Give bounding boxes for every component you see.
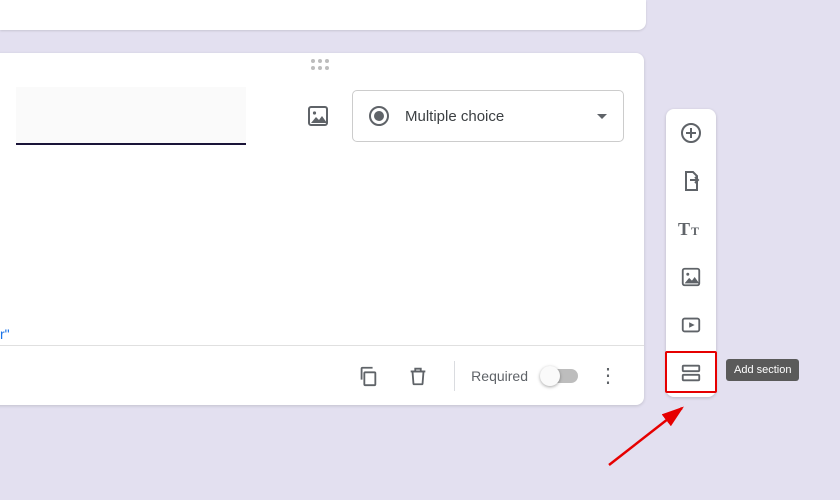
toggle-knob bbox=[540, 366, 560, 386]
question-title-input[interactable] bbox=[16, 87, 246, 145]
chevron-down-icon bbox=[597, 114, 607, 119]
add-video-button[interactable] bbox=[671, 311, 711, 339]
image-icon bbox=[306, 104, 330, 128]
add-option-link-partial[interactable]: r" bbox=[0, 326, 10, 342]
delete-button[interactable] bbox=[398, 356, 438, 396]
title-icon: T T bbox=[678, 219, 704, 239]
question-type-dropdown[interactable]: Multiple choice bbox=[352, 90, 624, 142]
question-card: Multiple choice r" Required ⋮ bbox=[0, 53, 644, 405]
annotation-arrow bbox=[604, 400, 714, 470]
import-icon bbox=[679, 169, 703, 193]
drag-dots-icon bbox=[311, 59, 329, 70]
svg-text:T: T bbox=[691, 224, 699, 238]
more-options-button[interactable]: ⋮ bbox=[588, 356, 628, 396]
previous-card-bottom bbox=[0, 0, 646, 30]
duplicate-button[interactable] bbox=[348, 356, 388, 396]
video-icon bbox=[680, 314, 702, 336]
add-title-button[interactable]: T T bbox=[671, 215, 711, 243]
question-footer: Required ⋮ bbox=[0, 345, 644, 405]
tooltip: Add section bbox=[726, 359, 799, 381]
required-label: Required bbox=[471, 368, 528, 384]
plus-circle-icon bbox=[679, 121, 703, 145]
required-toggle[interactable] bbox=[542, 369, 578, 383]
image-icon bbox=[680, 266, 702, 288]
import-questions-button[interactable] bbox=[671, 167, 711, 195]
question-type-label: Multiple choice bbox=[405, 108, 581, 125]
drag-handle[interactable] bbox=[0, 53, 644, 75]
svg-text:T: T bbox=[678, 219, 690, 239]
question-add-image-button[interactable] bbox=[298, 96, 338, 136]
add-image-button[interactable] bbox=[671, 263, 711, 291]
more-vertical-icon: ⋮ bbox=[598, 366, 618, 386]
add-question-button[interactable] bbox=[671, 119, 711, 147]
section-icon bbox=[680, 362, 702, 384]
floating-toolbar: T T bbox=[666, 109, 716, 397]
radio-icon bbox=[369, 106, 389, 126]
copy-icon bbox=[357, 365, 379, 387]
trash-icon bbox=[407, 365, 429, 387]
add-section-button[interactable] bbox=[671, 359, 711, 387]
divider bbox=[454, 361, 455, 391]
